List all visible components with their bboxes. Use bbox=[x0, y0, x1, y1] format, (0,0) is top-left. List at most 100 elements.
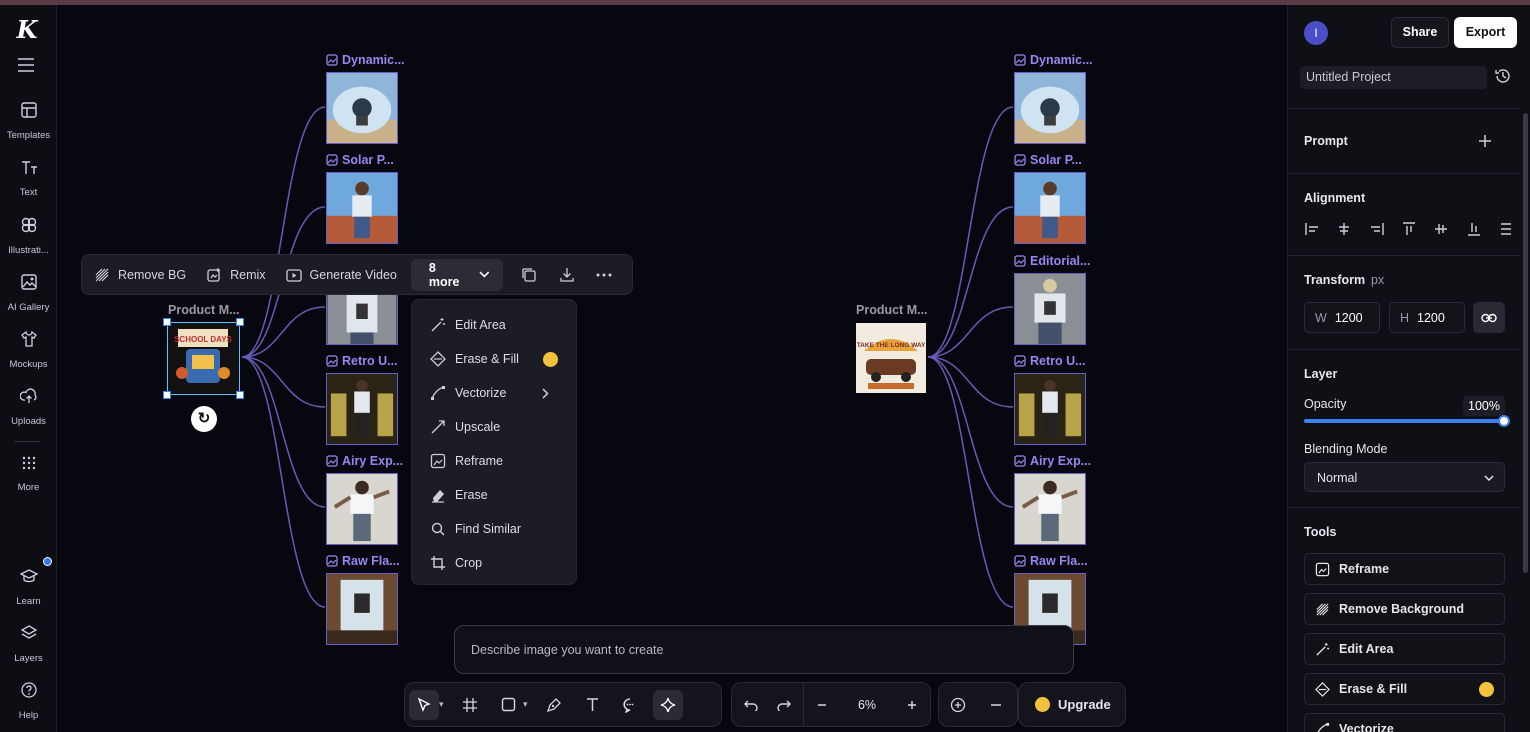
thumbnail-image[interactable] bbox=[326, 172, 398, 244]
node-label[interactable]: Dynamic... bbox=[1014, 53, 1093, 67]
history-icon[interactable] bbox=[1494, 67, 1512, 85]
source-node-label[interactable]: Product M... bbox=[168, 303, 240, 317]
height-field[interactable]: H 1200 bbox=[1389, 302, 1465, 333]
more-options-button[interactable] bbox=[594, 265, 614, 285]
hamburger-menu-icon[interactable] bbox=[16, 58, 36, 72]
width-field[interactable]: W 1200 bbox=[1304, 302, 1380, 333]
remix-button[interactable]: Remix bbox=[206, 267, 266, 283]
node-label[interactable]: Editorial... bbox=[1014, 254, 1090, 268]
menu-item-upscale[interactable]: Upscale bbox=[412, 410, 576, 444]
tool-remove-background-button[interactable]: Remove Background bbox=[1304, 593, 1505, 625]
tool-vectorize-button[interactable]: Vectorize bbox=[1304, 713, 1505, 732]
thumbnail-image[interactable] bbox=[326, 72, 398, 144]
tool-reframe-button[interactable]: Reframe bbox=[1304, 553, 1505, 585]
canvas[interactable]: Dynamic... Solar P... Retro U... Airy Ex… bbox=[57, 5, 1287, 732]
resize-handle[interactable] bbox=[236, 391, 244, 399]
node-label[interactable]: Solar P... bbox=[326, 153, 394, 167]
node-label[interactable]: Raw Fla... bbox=[1014, 554, 1088, 568]
prompt-input[interactable]: Describe image you want to create bbox=[454, 625, 1074, 674]
app-logo[interactable]: K bbox=[14, 17, 40, 43]
sidebar-item-help[interactable]: Help bbox=[0, 681, 57, 723]
remove-button[interactable] bbox=[981, 690, 1011, 720]
thumbnail-image[interactable] bbox=[1014, 473, 1086, 545]
align-center-horizontal-icon[interactable] bbox=[1336, 221, 1352, 237]
zoom-level[interactable]: 6% bbox=[839, 698, 894, 712]
thumbnail-image[interactable] bbox=[326, 473, 398, 545]
sidebar-item-layers[interactable]: Layers bbox=[0, 624, 57, 666]
export-button[interactable]: Export bbox=[1454, 17, 1517, 48]
resize-handle[interactable] bbox=[163, 318, 171, 326]
select-tool[interactable] bbox=[409, 689, 439, 720]
node-label[interactable]: Airy Exp... bbox=[326, 454, 403, 468]
node-label[interactable]: Solar P... bbox=[1014, 153, 1082, 167]
lock-ratio-button[interactable] bbox=[1473, 302, 1505, 333]
shape-tool[interactable] bbox=[493, 690, 523, 720]
menu-item-erase[interactable]: Erase bbox=[412, 478, 576, 512]
source-image[interactable]: TAKE THE LONG WAY bbox=[856, 323, 926, 393]
sidebar-item-mockups[interactable]: Mockups bbox=[0, 330, 57, 372]
download-button[interactable] bbox=[557, 265, 577, 285]
transform-unit[interactable]: px bbox=[1371, 273, 1384, 287]
sidebar-item-templates[interactable]: Templates bbox=[0, 101, 57, 143]
remove-bg-button[interactable]: Remove BG bbox=[94, 267, 186, 283]
chevron-down-icon[interactable]: ▾ bbox=[439, 699, 449, 710]
upgrade-button[interactable]: Upgrade bbox=[1018, 682, 1126, 727]
opacity-value-field[interactable]: 100% bbox=[1463, 396, 1505, 416]
align-top-icon[interactable] bbox=[1401, 221, 1417, 237]
thumbnail-image[interactable] bbox=[1014, 373, 1086, 445]
tool-edit-area-button[interactable]: Edit Area bbox=[1304, 633, 1505, 665]
sidebar-item-illustrations[interactable]: Illustrati... bbox=[0, 216, 57, 258]
duplicate-button[interactable] bbox=[519, 265, 539, 285]
align-left-icon[interactable] bbox=[1304, 221, 1320, 237]
add-prompt-button[interactable] bbox=[1478, 131, 1492, 154]
blending-mode-select[interactable]: Normal bbox=[1304, 462, 1505, 492]
thumbnail-image[interactable] bbox=[1014, 172, 1086, 244]
ai-generate-tool[interactable] bbox=[653, 689, 683, 720]
zoom-in-button[interactable] bbox=[899, 690, 927, 720]
node-label[interactable]: Airy Exp... bbox=[1014, 454, 1091, 468]
comment-tool[interactable] bbox=[615, 690, 645, 720]
thumbnail-image[interactable] bbox=[1014, 72, 1086, 144]
add-circle-button[interactable] bbox=[943, 690, 973, 720]
sidebar-item-learn[interactable]: Learn bbox=[0, 567, 57, 609]
menu-item-reframe[interactable]: Reframe bbox=[412, 444, 576, 478]
panel-scrollbar[interactable] bbox=[1523, 113, 1528, 573]
menu-item-crop[interactable]: Crop bbox=[412, 546, 576, 580]
distribute-icon[interactable] bbox=[1498, 221, 1514, 237]
sidebar-item-text[interactable]: Text bbox=[0, 160, 57, 200]
thumbnail-image[interactable] bbox=[326, 573, 398, 645]
text-tool[interactable] bbox=[577, 690, 607, 720]
resize-handle[interactable] bbox=[236, 318, 244, 326]
thumbnail-image[interactable] bbox=[326, 373, 398, 445]
avatar[interactable]: I bbox=[1304, 21, 1328, 45]
node-label[interactable]: Retro U... bbox=[1014, 354, 1086, 368]
sidebar-item-ai-gallery[interactable]: AI Gallery bbox=[0, 273, 57, 315]
generate-video-button[interactable]: Generate Video bbox=[285, 267, 397, 283]
more-actions-dropdown[interactable]: 8 more bbox=[410, 258, 504, 291]
frame-tool[interactable] bbox=[455, 690, 485, 720]
resize-handle[interactable] bbox=[163, 391, 171, 399]
tool-erase-fill-button[interactable]: Erase & Fill bbox=[1304, 673, 1505, 705]
menu-item-erase-fill[interactable]: Erase & Fill bbox=[412, 342, 576, 376]
sidebar-item-more[interactable]: More bbox=[0, 455, 57, 495]
menu-item-edit-area[interactable]: Edit Area bbox=[412, 308, 576, 342]
opacity-slider-thumb[interactable] bbox=[1498, 415, 1510, 427]
zoom-out-button[interactable] bbox=[808, 690, 836, 720]
rotate-button[interactable]: ↻ bbox=[191, 406, 217, 432]
align-center-vertical-icon[interactable] bbox=[1433, 221, 1449, 237]
project-name-field[interactable]: Untitled Project bbox=[1300, 66, 1487, 89]
node-label[interactable]: Raw Fla... bbox=[326, 554, 400, 568]
share-button[interactable]: Share bbox=[1391, 17, 1449, 48]
node-label[interactable]: Dynamic... bbox=[326, 53, 405, 67]
align-bottom-icon[interactable] bbox=[1466, 221, 1482, 237]
menu-item-vectorize[interactable]: Vectorize bbox=[412, 376, 576, 410]
thumbnail-image[interactable] bbox=[326, 293, 398, 345]
redo-button[interactable] bbox=[772, 690, 800, 720]
undo-button[interactable] bbox=[736, 690, 764, 720]
pen-tool[interactable] bbox=[539, 690, 569, 720]
source-node-label[interactable]: Product M... bbox=[856, 303, 928, 317]
node-label[interactable]: Retro U... bbox=[326, 354, 398, 368]
chevron-down-icon[interactable]: ▾ bbox=[523, 699, 533, 710]
align-right-icon[interactable] bbox=[1369, 221, 1385, 237]
menu-item-find-similar[interactable]: Find Similar bbox=[412, 512, 576, 546]
